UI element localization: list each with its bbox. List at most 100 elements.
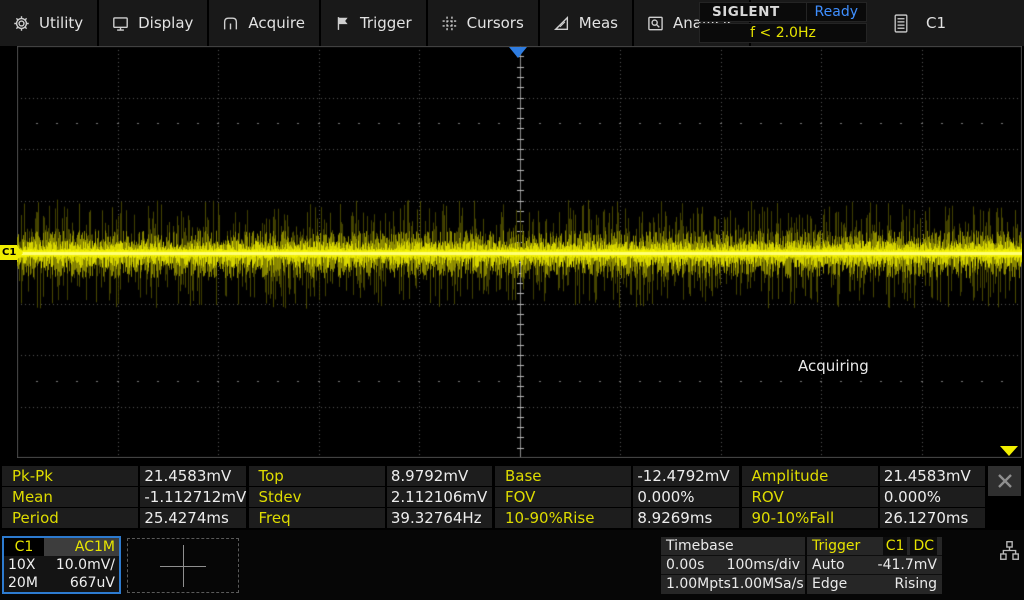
timebase-title: Timebase: [666, 538, 734, 554]
trigger-title: Trigger: [812, 538, 861, 554]
menu-item-acquire[interactable]: Acquire: [209, 0, 321, 46]
timebase-points: 1.00Mpts: [666, 576, 731, 592]
channel-coupling: AC1M: [44, 538, 119, 556]
timebase-scale: 100ms/div: [726, 557, 800, 573]
measurement-cell: FOV 0.000%: [495, 487, 739, 507]
measurement-column: Pk-Pk 21.4583mV Mean -1.112712mV Period …: [2, 466, 247, 528]
menu-label: Trigger: [359, 14, 412, 32]
measurement-cell: Period 25.4274ms: [2, 508, 246, 528]
measurement-label: Base: [495, 466, 632, 486]
measurement-value: 26.1270ms: [879, 508, 985, 528]
trigger-position-marker[interactable]: [509, 47, 527, 58]
channel1-descriptor-box[interactable]: C1 AC1M 10X 10.0mV/ 20M 667uV: [2, 536, 121, 594]
menu-bar: Utility Display Acquire Trigger Cursors …: [0, 0, 1024, 46]
menu-item-cursors[interactable]: Cursors: [428, 0, 540, 46]
acquire-icon: [222, 15, 239, 32]
measurement-label: Top: [248, 466, 385, 486]
menu-item-display[interactable]: Display: [99, 0, 210, 46]
trigger-coupling: DC: [910, 537, 937, 555]
measurement-label: Mean: [2, 487, 139, 507]
measurement-cell: Amplitude 21.4583mV: [741, 466, 985, 486]
measurement-cell: Mean -1.112712mV: [2, 487, 247, 507]
menu-label: Display: [138, 14, 194, 32]
measurement-label: FOV: [495, 487, 632, 507]
measurement-value: 2.112106mV: [386, 487, 492, 507]
network-icon[interactable]: [1000, 541, 1019, 564]
measurement-value: 25.4274ms: [140, 508, 246, 528]
measurement-cell: 10-90%Rise 8.9269ms: [495, 508, 739, 528]
timebase-samplerate: 1.00MSa/s: [730, 576, 804, 592]
trigger-mode: Auto: [812, 557, 845, 573]
measurement-value: 0.000%: [879, 487, 985, 507]
timebase-descriptor-box[interactable]: Timebase 0.00s 100ms/div 1.00Mpts 1.00MS…: [661, 537, 805, 594]
measurement-label: Pk-Pk: [2, 466, 139, 486]
gear-icon: [13, 15, 30, 32]
menu-label: Cursors: [466, 14, 524, 32]
measurement-cell: Base -12.4792mV: [495, 466, 739, 486]
channel-marker-label: C1: [0, 245, 18, 260]
trigger-level-marker[interactable]: [1000, 446, 1018, 456]
menu-item-trigger[interactable]: Trigger: [321, 0, 428, 46]
status-panel: SIGLENT Ready f < 2.0Hz: [699, 2, 867, 44]
flag-icon: [334, 15, 351, 32]
trigger-type: Edge: [812, 576, 848, 592]
measurement-value: 21.4583mV: [879, 466, 985, 486]
waveform-display[interactable]: [17, 46, 1022, 458]
channel-probe: 10X: [8, 557, 36, 573]
measurement-value: 21.4583mV: [140, 466, 246, 486]
measurement-value: -1.112712mV: [140, 487, 247, 507]
measurement-label: Stdev: [248, 487, 385, 507]
menu-label: Utility: [39, 14, 84, 32]
channel-name: C1: [4, 538, 44, 556]
measurement-value: 8.9792mV: [386, 466, 492, 486]
measurement-value: 8.9269ms: [633, 508, 739, 528]
oscilloscope-screen: Utility Display Acquire Trigger Cursors …: [0, 0, 1024, 600]
measurement-value: 0.000%: [633, 487, 739, 507]
close-measurements-button[interactable]: [988, 466, 1021, 496]
measurement-label: 90-10%Fall: [741, 508, 878, 528]
measurement-label: Freq: [248, 508, 385, 528]
channel-list-button[interactable]: C1: [884, 0, 956, 46]
measurement-column: Base -12.4792mV FOV 0.000% 10-90%Rise 8.…: [495, 466, 739, 528]
channel-scale: 10.0mV/: [55, 557, 115, 573]
channel-offset-marker[interactable]: C1: [0, 245, 24, 260]
measurement-label: ROV: [741, 487, 878, 507]
measurement-label: Amplitude: [741, 466, 878, 486]
measurement-table: Pk-Pk 21.4583mV Mean -1.112712mV Period …: [2, 466, 985, 528]
acquiring-status-text: Acquiring: [798, 357, 869, 375]
add-channel-button[interactable]: [127, 538, 239, 593]
timebase-delay: 0.00s: [666, 557, 705, 573]
channel-list-icon: [894, 13, 908, 33]
trigger-slope: Rising: [894, 576, 937, 592]
close-icon: [997, 474, 1012, 488]
measurement-cell: 90-10%Fall 26.1270ms: [741, 508, 985, 528]
display-icon: [112, 15, 129, 32]
measurement-cell: Pk-Pk 21.4583mV: [2, 466, 246, 486]
measurement-value: 39.32764Hz: [386, 508, 492, 528]
trigger-level: -41.7mV: [877, 557, 937, 573]
channel-bandwidth: 20M: [8, 575, 38, 591]
trigger-source: C1: [882, 537, 908, 555]
menu-item-utility[interactable]: Utility: [0, 0, 100, 46]
channel-offset: 667uV: [69, 575, 115, 591]
measurement-cell: ROV 0.000%: [741, 487, 985, 507]
measurement-label: Period: [2, 508, 139, 528]
measurement-cell: Stdev 2.112106mV: [248, 487, 492, 507]
measurement-value: -12.4792mV: [633, 466, 739, 486]
active-channel-label: C1: [926, 14, 947, 32]
measurement-column: Amplitude 21.4583mV ROV 0.000% 90-10%Fal…: [741, 466, 985, 528]
measurement-cell: Top 8.9792mV: [248, 466, 492, 486]
analysis-icon: [647, 15, 664, 32]
measurement-label: 10-90%Rise: [495, 508, 632, 528]
cursors-icon: [441, 15, 458, 32]
brand-logo: SIGLENT: [712, 4, 780, 20]
measurement-cell: Freq 39.32764Hz: [248, 508, 492, 528]
trigger-descriptor-box[interactable]: Trigger C1 DC Auto -41.7mV Edge Rising: [807, 537, 942, 594]
frequency-counter: f < 2.0Hz: [750, 25, 816, 41]
measurement-column: Top 8.9792mV Stdev 2.112106mV Freq 39.32…: [248, 466, 492, 528]
menu-item-meas[interactable]: Meas: [540, 0, 634, 46]
menu-label: Meas: [578, 14, 618, 32]
channel-marker-arrow-icon: [17, 245, 24, 260]
measure-icon: [553, 15, 570, 32]
menu-label: Acquire: [248, 14, 305, 32]
